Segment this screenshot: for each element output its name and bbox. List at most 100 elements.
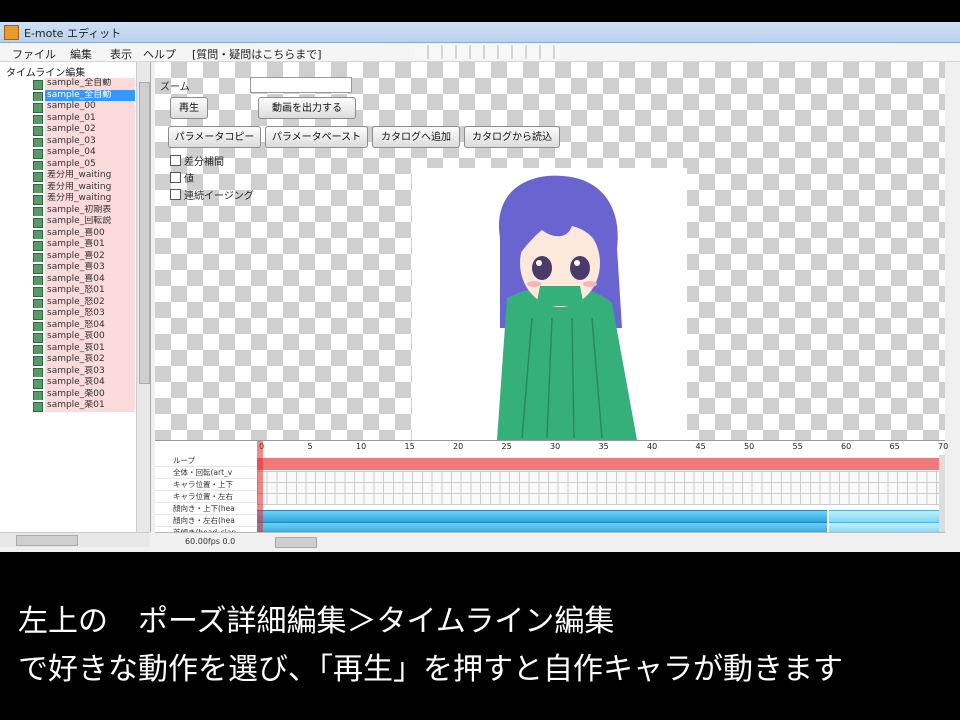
ruler-tick-label: 35 bbox=[598, 442, 609, 451]
timeline-track-label[interactable]: 全体・回転(art_v bbox=[155, 467, 257, 479]
tree-item[interactable]: sample_哀02 bbox=[0, 354, 136, 366]
timeline-track-label[interactable]: ループ bbox=[155, 455, 257, 467]
tree-item[interactable]: 差分用_waiting bbox=[0, 181, 136, 193]
timeline-file-icon bbox=[33, 264, 43, 274]
tree-item[interactable]: sample_哀03 bbox=[0, 365, 136, 377]
subtitle-caption: 左上の ポーズ詳細編集＞タイムライン編集 で好きな動作を選び、「再生」を押すと自… bbox=[0, 556, 960, 720]
timeline-file-icon bbox=[33, 390, 43, 400]
export-video-button[interactable]: 動画を出力する bbox=[258, 97, 356, 119]
timeline-file-icon bbox=[33, 241, 43, 251]
tree-item[interactable]: sample_怒02 bbox=[0, 296, 136, 308]
menu-help[interactable]: ヘルプ bbox=[143, 46, 176, 62]
tree-item-label: sample_哀00 bbox=[45, 331, 135, 343]
timeline-file-icon bbox=[33, 103, 43, 113]
app-icon bbox=[4, 25, 19, 40]
tree-item-label: sample_喜00 bbox=[45, 227, 135, 239]
tree-item-label: sample_哀04 bbox=[45, 377, 135, 389]
tree-item[interactable]: sample_喜01 bbox=[0, 239, 136, 251]
timeline-file-icon bbox=[33, 149, 43, 159]
menu-edit[interactable]: 編集 bbox=[70, 46, 92, 62]
tree-item-label: sample_喜03 bbox=[45, 262, 135, 274]
menu-file[interactable]: ファイル bbox=[12, 46, 56, 62]
tree-item[interactable]: sample_哀01 bbox=[0, 342, 136, 354]
easing-checkbox[interactable]: 連続イージング bbox=[170, 187, 254, 202]
character-stage bbox=[412, 168, 687, 440]
tree-item[interactable]: sample_楽00 bbox=[0, 388, 136, 400]
tree-item-label: sample_04 bbox=[45, 147, 135, 159]
timeline-tree: タイムライン編集 sample_全自動 sample_全自動 sample_00 sa… bbox=[0, 62, 151, 532]
timeline-file-icon bbox=[33, 344, 43, 354]
tree-item[interactable]: sample_02 bbox=[0, 124, 136, 136]
tree-item[interactable]: sample_全自動 bbox=[0, 78, 136, 90]
tree-item-label: sample_01 bbox=[45, 112, 135, 124]
timeline-file-icon bbox=[33, 172, 43, 182]
tree-item-label: 差分用_waiting bbox=[45, 181, 135, 193]
character-illustration bbox=[497, 175, 637, 440]
tree-item[interactable]: sample_怒04 bbox=[0, 319, 136, 331]
param-copy-button[interactable]: パラメータコピー bbox=[168, 126, 261, 148]
tree-item[interactable]: sample_05 bbox=[0, 158, 136, 170]
tree-horizontal-scrollbar[interactable] bbox=[0, 532, 150, 547]
tree-item[interactable]: sample_怒03 bbox=[0, 308, 136, 320]
tree-item[interactable]: sample_楽01 bbox=[0, 400, 136, 412]
timeline-file-icon bbox=[33, 91, 43, 101]
catalog-load-button[interactable]: カタログから読込 bbox=[464, 126, 560, 148]
tree-root-label[interactable]: タイムライン編集 bbox=[6, 64, 85, 79]
tree-item-label: sample_05 bbox=[45, 158, 135, 170]
timeline-file-icon bbox=[33, 206, 43, 216]
tree-item[interactable]: 差分用_waiting bbox=[0, 170, 136, 182]
catalog-add-button[interactable]: カタログへ追加 bbox=[372, 126, 460, 148]
tree-item[interactable]: sample_00 bbox=[0, 101, 136, 113]
timeline-track-label[interactable]: キャラ位置・左右 bbox=[155, 491, 257, 503]
menu-support[interactable]: [質問・疑問はこちらまで] bbox=[192, 46, 322, 62]
tree-item[interactable]: sample_初期表 bbox=[0, 204, 136, 216]
tree-item[interactable]: sample_喜04 bbox=[0, 273, 136, 285]
timeline-ruler[interactable]: 0510152025303540455055606570 bbox=[257, 441, 948, 455]
value-checkbox[interactable]: 値 bbox=[170, 170, 194, 185]
timeline-file-icon bbox=[33, 183, 43, 193]
tree-item[interactable]: sample_全自動 bbox=[0, 89, 136, 101]
zoom-slider[interactable] bbox=[250, 77, 352, 93]
timeline-track-label[interactable]: 顔向き・上下(hea bbox=[155, 503, 257, 515]
loop-track[interactable] bbox=[257, 458, 939, 470]
tree-item-label: sample_怒02 bbox=[45, 296, 135, 308]
tree-item-label: sample_楽00 bbox=[45, 388, 135, 400]
tree-item[interactable]: sample_哀04 bbox=[0, 377, 136, 389]
timeline-track-label[interactable]: キャラ位置・上下 bbox=[155, 479, 257, 491]
timeline-file-icon bbox=[33, 229, 43, 239]
tree-item-label: sample_回転説 bbox=[45, 216, 135, 228]
interp-label: 差分補間 bbox=[184, 157, 224, 168]
tree-item[interactable]: sample_01 bbox=[0, 112, 136, 124]
tree-item[interactable]: sample_喜00 bbox=[0, 227, 136, 239]
app-window: E-mote エディット ファイル 編集 表示 ヘルプ [質問・疑問はこちらまで… bbox=[0, 22, 960, 552]
tree-item[interactable]: sample_04 bbox=[0, 147, 136, 159]
ruler-tick-label: 5 bbox=[307, 442, 313, 451]
tree-item-label: sample_怒03 bbox=[45, 308, 135, 320]
timeline-file-icon bbox=[33, 310, 43, 320]
tree-item[interactable]: sample_回転説 bbox=[0, 216, 136, 228]
param-paste-button[interactable]: パラメータペースト bbox=[265, 126, 368, 148]
menu-view[interactable]: 表示 bbox=[110, 46, 132, 62]
timeline-file-icon bbox=[33, 333, 43, 343]
track-bar-head-ud[interactable] bbox=[257, 510, 827, 522]
tree-vertical-scrollbar[interactable] bbox=[136, 62, 150, 532]
timeline-horizontal-scrollbar[interactable] bbox=[275, 537, 317, 548]
ruler-tick-label: 65 bbox=[889, 442, 900, 451]
tree-item[interactable]: sample_哀00 bbox=[0, 331, 136, 343]
timeline-track-label[interactable]: 顔向き・左右(hea bbox=[155, 515, 257, 527]
tree-item-label: sample_初期表 bbox=[45, 204, 135, 216]
timeline-file-icon bbox=[33, 379, 43, 389]
ruler-tick-label: 25 bbox=[501, 442, 512, 451]
tree-item[interactable]: sample_03 bbox=[0, 135, 136, 147]
tree-item[interactable]: sample_喜03 bbox=[0, 262, 136, 274]
keyframe-cells[interactable] bbox=[257, 471, 939, 505]
tree-item-label: sample_喜01 bbox=[45, 239, 135, 251]
tree-item[interactable]: sample_喜02 bbox=[0, 250, 136, 262]
timeline-file-icon bbox=[33, 195, 43, 205]
interp-checkbox[interactable]: 差分補間 bbox=[170, 153, 224, 168]
play-button[interactable]: 再生 bbox=[170, 97, 208, 119]
tree-item[interactable]: sample_怒01 bbox=[0, 285, 136, 297]
timeline-file-icon bbox=[33, 126, 43, 136]
tree-item[interactable]: 差分用_waiting bbox=[0, 193, 136, 205]
track-bar-head-ud-tail[interactable] bbox=[829, 510, 939, 522]
